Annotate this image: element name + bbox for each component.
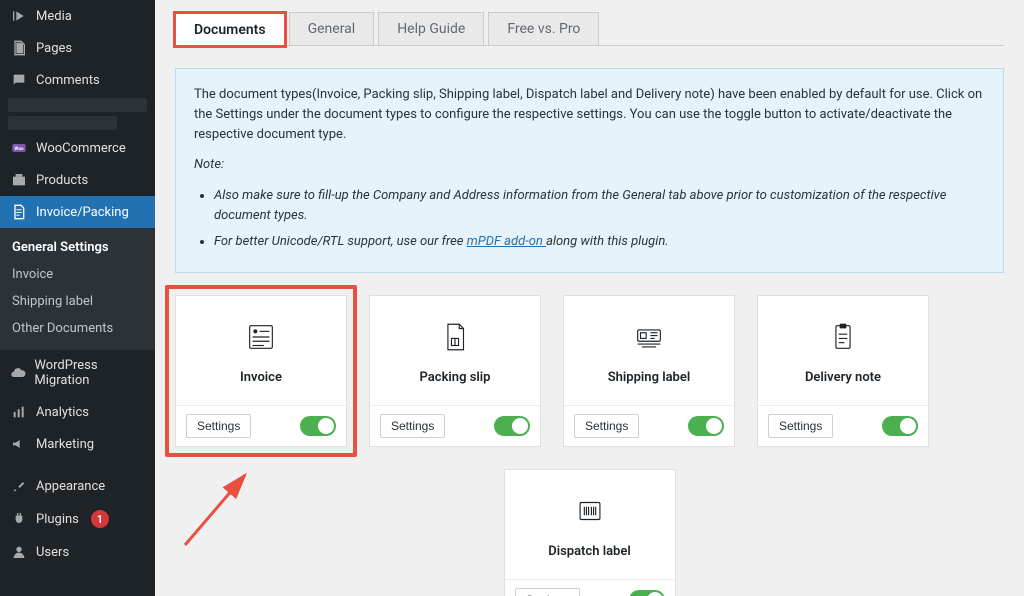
- shipping-label-settings-button[interactable]: Settings: [574, 414, 639, 438]
- dispatch-label-icon: [573, 494, 607, 532]
- sidebar-item-label: WooCommerce: [36, 141, 126, 156]
- sidebar-item-label: Appearance: [36, 479, 105, 494]
- sidebar-item-pages[interactable]: Pages: [0, 32, 155, 64]
- sidebar-sub-other-documents[interactable]: Other Documents: [0, 315, 155, 342]
- tab-general[interactable]: General: [289, 12, 375, 45]
- notice-bullet-1: Also make sure to fill-up the Company an…: [214, 186, 985, 226]
- sidebar-item-label: Pages: [36, 41, 72, 56]
- sidebar-item-label: Media: [36, 9, 72, 24]
- brush-icon: [10, 478, 28, 494]
- media-icon: [10, 8, 28, 24]
- sidebar-item-comments[interactable]: Comments: [0, 64, 155, 96]
- sidebar-item-label: Users: [36, 545, 69, 560]
- shipping-label-icon: [632, 320, 666, 358]
- dispatch-label-settings-button[interactable]: Settings: [515, 588, 580, 596]
- sidebar-sub-shipping-label[interactable]: Shipping label: [0, 288, 155, 315]
- megaphone-icon: [10, 436, 28, 452]
- card-dispatch-label: Dispatch label Settings: [504, 469, 676, 596]
- sidebar-item-appearance[interactable]: Appearance: [0, 470, 155, 502]
- info-notice: The document types(Invoice, Packing slip…: [175, 68, 1004, 273]
- sidebar-item-label: Products: [36, 173, 88, 188]
- main-content: Documents General Help Guide Free vs. Pr…: [155, 0, 1024, 596]
- notice-bullet-2: For better Unicode/RTL support, use our …: [214, 232, 985, 252]
- invoice-card-highlight: Invoice Settings: [165, 285, 357, 457]
- sidebar-item-users[interactable]: Users: [0, 536, 155, 568]
- sidebar-item-wordpress-migration[interactable]: WordPress Migration: [0, 350, 155, 396]
- dispatch-label-toggle[interactable]: [629, 590, 665, 596]
- sidebar-item-label: WordPress Migration: [34, 358, 145, 388]
- sidebar-item-label: Invoice/Packing: [36, 205, 129, 220]
- products-icon: [10, 172, 28, 188]
- packing-slip-settings-button[interactable]: Settings: [380, 414, 445, 438]
- sidebar-item-label: Marketing: [36, 437, 94, 452]
- mpdf-addon-link[interactable]: mPDF add-on: [467, 234, 546, 249]
- sidebar-item-plugins[interactable]: Plugins 1: [0, 502, 155, 536]
- sidebar-item-analytics[interactable]: Analytics: [0, 396, 155, 428]
- notice-main-text: The document types(Invoice, Packing slip…: [194, 85, 985, 145]
- card-delivery-note: Delivery note Settings: [757, 295, 929, 447]
- packing-slip-toggle[interactable]: [494, 416, 530, 436]
- cloud-icon: [10, 365, 26, 381]
- svg-text:Woo: Woo: [14, 146, 24, 152]
- plugins-update-badge: 1: [91, 510, 109, 528]
- delivery-note-icon: [826, 320, 860, 358]
- tab-help-guide[interactable]: Help Guide: [378, 12, 484, 45]
- sidebar-sub-invoice[interactable]: Invoice: [0, 261, 155, 288]
- delivery-note-toggle[interactable]: [882, 416, 918, 436]
- card-title: Delivery note: [805, 370, 881, 385]
- card-packing-slip: Packing slip Settings: [369, 295, 541, 447]
- notice-note-label: Note:: [194, 155, 985, 175]
- document-icon: [10, 204, 28, 220]
- packing-slip-icon: [438, 320, 472, 358]
- woocommerce-icon: Woo: [10, 140, 28, 156]
- sidebar-item-media[interactable]: Media: [0, 0, 155, 32]
- card-title: Invoice: [240, 370, 282, 385]
- tab-bar: Documents General Help Guide Free vs. Pr…: [175, 12, 1004, 46]
- sidebar-item-invoice-packing[interactable]: Invoice/Packing: [0, 196, 155, 228]
- sidebar-item-label: Plugins: [36, 512, 79, 527]
- card-shipping-label: Shipping label Settings: [563, 295, 735, 447]
- shipping-label-toggle[interactable]: [688, 416, 724, 436]
- delivery-note-settings-button[interactable]: Settings: [768, 414, 833, 438]
- sidebar-hidden-item: [8, 98, 147, 112]
- sidebar-item-label: Comments: [36, 73, 100, 88]
- card-title: Packing slip: [420, 370, 491, 385]
- invoice-icon: [244, 320, 278, 358]
- sidebar-item-products[interactable]: Products: [0, 164, 155, 196]
- sidebar-item-marketing[interactable]: Marketing: [0, 428, 155, 460]
- pages-icon: [10, 40, 28, 56]
- card-title: Dispatch label: [548, 544, 631, 559]
- comments-icon: [10, 72, 28, 88]
- tab-free-vs-pro[interactable]: Free vs. Pro: [488, 12, 599, 45]
- sidebar-item-label: Analytics: [36, 405, 89, 420]
- card-invoice: Invoice Settings: [175, 295, 347, 447]
- invoice-settings-button[interactable]: Settings: [186, 414, 251, 438]
- admin-sidebar: Media Pages Comments Woo WooCommerce Pro…: [0, 0, 155, 596]
- sidebar-sub-general-settings[interactable]: General Settings: [0, 234, 155, 261]
- invoice-toggle[interactable]: [300, 416, 336, 436]
- plug-icon: [10, 511, 28, 527]
- tab-documents[interactable]: Documents: [175, 13, 285, 46]
- sidebar-item-woocommerce[interactable]: Woo WooCommerce: [0, 132, 155, 164]
- sidebar-submenu: General Settings Invoice Shipping label …: [0, 228, 155, 350]
- card-title: Shipping label: [608, 370, 691, 385]
- users-icon: [10, 544, 28, 560]
- analytics-icon: [10, 404, 28, 420]
- sidebar-hidden-item: [8, 116, 117, 130]
